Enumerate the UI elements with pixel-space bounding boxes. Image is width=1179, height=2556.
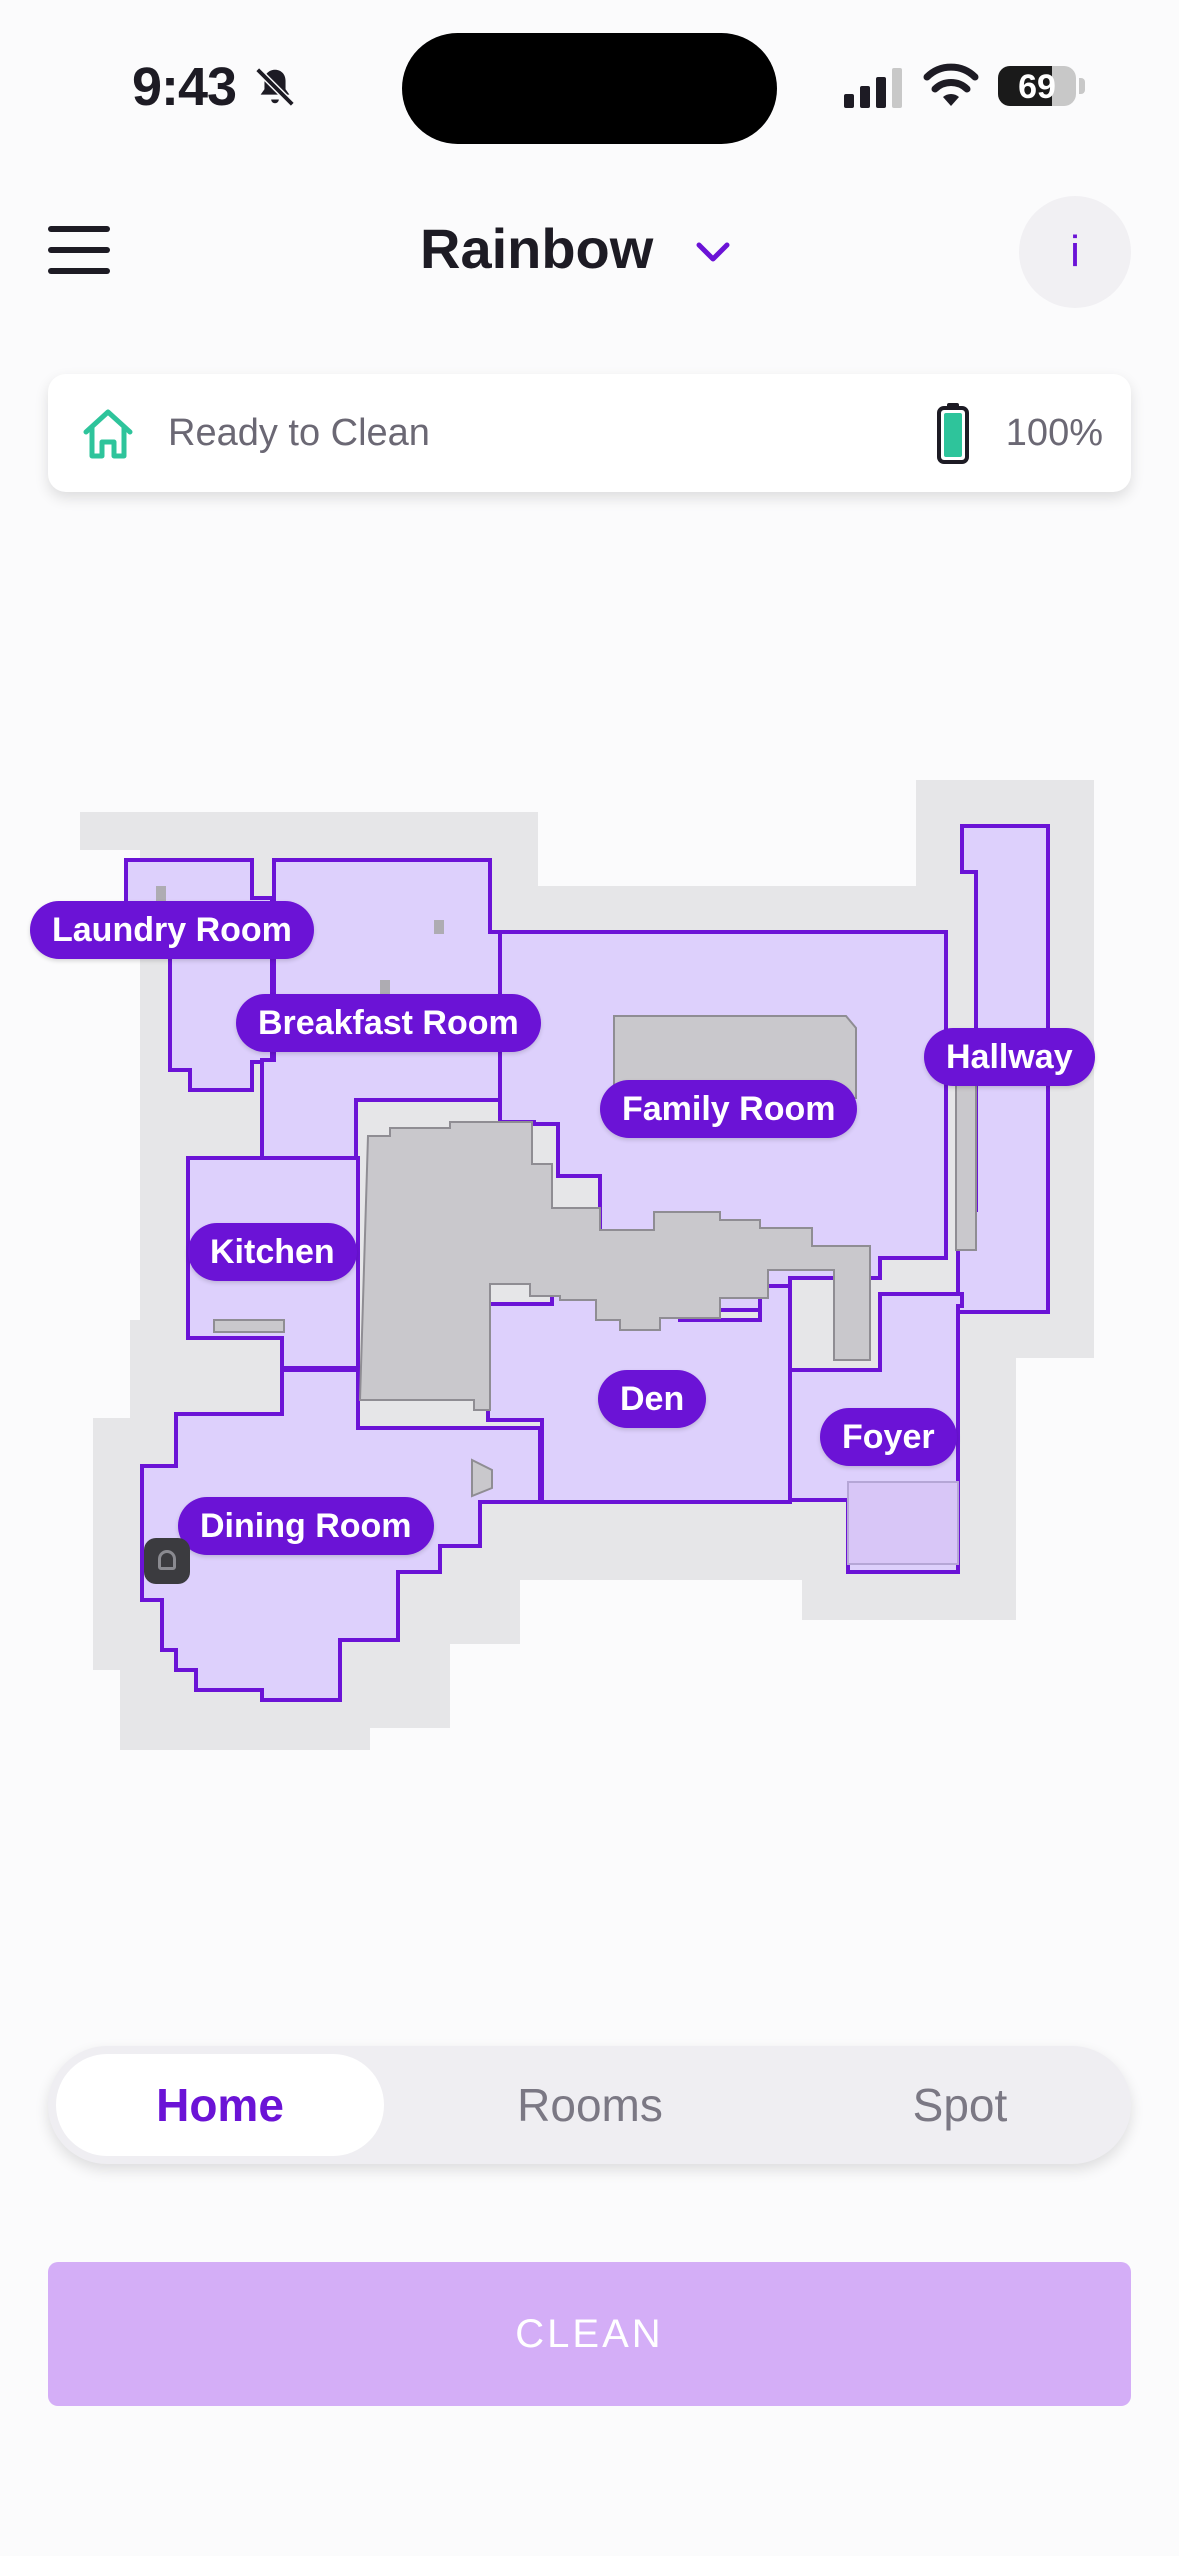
chevron-down-icon [696,242,730,261]
status-battery-icon: 69 [998,66,1076,106]
cellular-signal-icon [844,68,904,113]
robot-name: Rainbow [420,217,654,280]
status-battery-level: 69 [1018,68,1056,106]
menu-icon-line [48,226,110,232]
room-label-kitchen[interactable]: Kitchen [188,1223,357,1281]
info-icon: i [1070,227,1080,276]
menu-icon-line [48,247,110,253]
wifi-icon [923,62,979,113]
room-label-laundry-room[interactable]: Laundry Room [30,901,314,959]
obstacle-mark [380,980,390,994]
room-label-breakfast-room[interactable]: Breakfast Room [236,994,541,1052]
battery-cap [1079,78,1085,94]
dynamic-island [402,33,777,144]
home-icon [83,409,133,459]
status-time: 9:43 [132,57,237,117]
tab-spot[interactable]: Spot [796,2054,1124,2156]
info-button[interactable]: i [1019,196,1131,308]
menu-icon-line [48,268,110,274]
room-label-den[interactable]: Den [598,1370,707,1428]
tab-rooms[interactable]: Rooms [426,2054,754,2156]
robot-position-icon [144,1538,190,1584]
robot-selector[interactable]: Rainbow [420,216,733,281]
robot-battery-icon [937,403,969,464]
room-label-foyer[interactable]: Foyer [820,1408,957,1466]
mode-tabs: Home Rooms Spot [48,2046,1131,2164]
obstacle-mark [213,1319,285,1333]
floor-map[interactable]: Laundry Room Breakfast Room Family Room … [0,760,1179,1760]
menu-button[interactable] [48,226,112,274]
robot-battery-percent: 100% [1005,412,1103,454]
obstacle-mark [434,920,444,934]
room-label-dining-room[interactable]: Dining Room [178,1497,434,1555]
robot-status-text: Ready to Clean [168,412,430,454]
room-label-family-room[interactable]: Family Room [600,1080,858,1138]
foyer-rug [847,1481,959,1565]
tab-home[interactable]: Home [56,2054,384,2156]
robot-status-card[interactable]: Ready to Clean 100% [48,374,1131,492]
clean-button[interactable]: CLEAN [48,2262,1131,2406]
room-label-hallway[interactable]: Hallway [924,1028,1095,1086]
silent-bell-icon [252,64,298,115]
